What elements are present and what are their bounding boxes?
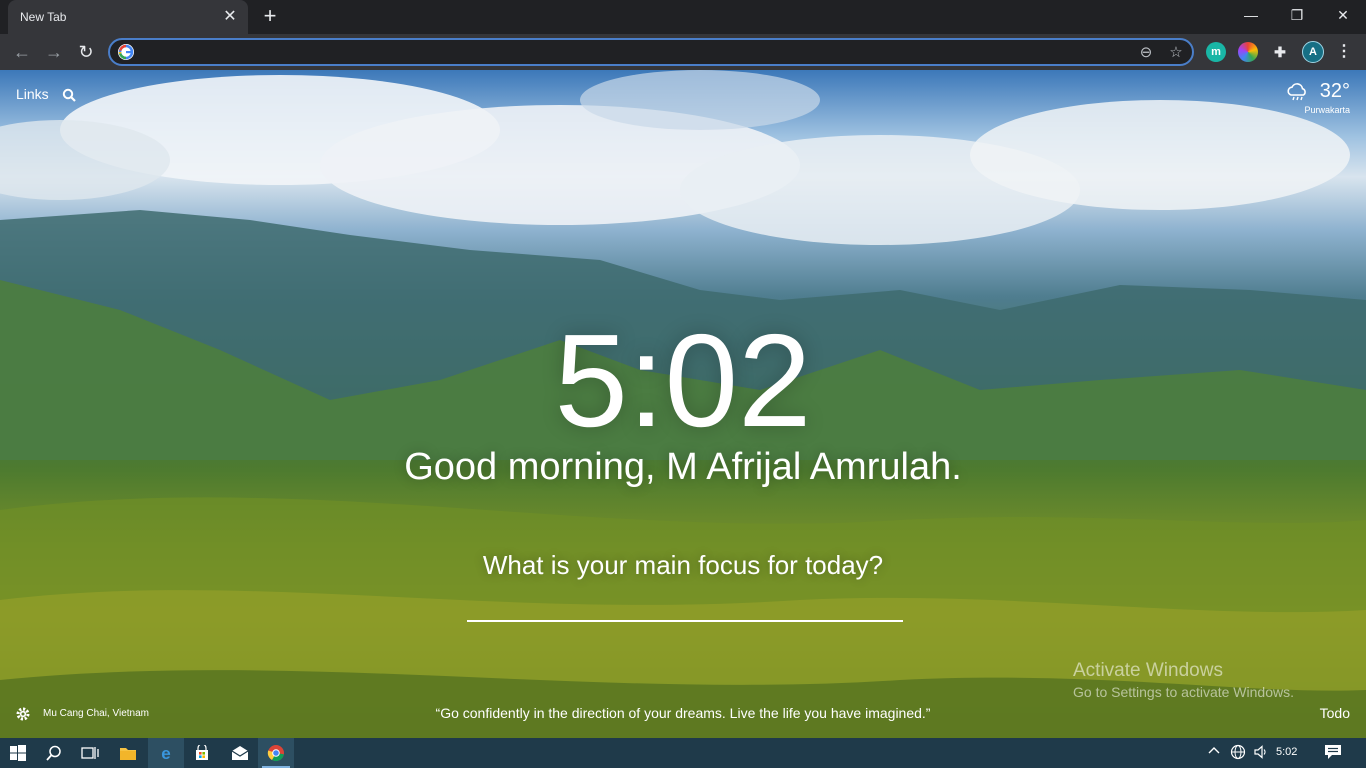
daily-quote[interactable]: “Go confidently in the direction of your…: [0, 705, 1366, 721]
extension-color-icon[interactable]: [1238, 42, 1258, 62]
activate-windows-watermark: Activate Windows Go to Settings to activ…: [1073, 660, 1294, 700]
mail-icon[interactable]: [222, 738, 258, 768]
focus-question: What is your main focus for today?: [482, 550, 884, 580]
taskbar: e 5:02: [0, 738, 1366, 768]
zoom-out-icon[interactable]: ⊖: [1136, 43, 1156, 63]
todo-button[interactable]: Todo: [1320, 705, 1350, 721]
profile-icon[interactable]: A: [1302, 41, 1324, 63]
tab-strip: New Tab ✕ + — ❐ ✕: [0, 0, 1366, 34]
globe-icon[interactable]: [1229, 744, 1247, 762]
close-window-button[interactable]: ✕: [1320, 0, 1366, 30]
address-bar[interactable]: ⊖ ☆: [108, 38, 1194, 66]
forward-button[interactable]: →: [42, 40, 66, 64]
search-icon[interactable]: [62, 88, 76, 102]
star-icon[interactable]: ☆: [1166, 43, 1186, 63]
task-view-icon[interactable]: [72, 738, 108, 768]
google-icon: [118, 44, 134, 60]
watermark-line1: Activate Windows: [1073, 660, 1223, 681]
browser-toolbar: ← → ↻ ⊖ ☆ m ✚ A ⋮: [0, 34, 1366, 70]
store-icon[interactable]: [184, 738, 220, 768]
file-explorer-icon[interactable]: [110, 738, 146, 768]
close-tab-icon[interactable]: ✕: [220, 7, 240, 27]
links-button[interactable]: Links: [16, 86, 49, 102]
back-button[interactable]: ←: [10, 40, 34, 64]
tab-title: New Tab: [20, 10, 67, 24]
volume-icon[interactable]: [1252, 744, 1270, 762]
minimize-button[interactable]: —: [1228, 0, 1274, 30]
puzzle-icon[interactable]: ✚: [1270, 42, 1290, 62]
svg-text:e: e: [161, 744, 170, 762]
greeting: Good morning, M Afrijal Amrulah.: [404, 446, 962, 488]
restore-button[interactable]: ❐: [1274, 0, 1320, 30]
clock: 5:02: [554, 307, 812, 454]
reload-button[interactable]: ↻: [74, 40, 98, 64]
address-input[interactable]: [142, 42, 1092, 62]
chevron-up-icon[interactable]: [1205, 744, 1223, 762]
weather-temp: 32°: [1319, 80, 1350, 102]
tab-new-tab[interactable]: New Tab ✕: [8, 0, 248, 34]
weather-widget[interactable]: 32° Purwakarta: [1287, 80, 1350, 115]
taskbar-search-icon[interactable]: [36, 738, 72, 768]
taskbar-clock[interactable]: 5:02: [1276, 746, 1297, 758]
menu-icon[interactable]: ⋮: [1334, 42, 1354, 62]
start-icon[interactable]: [0, 738, 36, 768]
watermark-line2: Go to Settings to activate Windows.: [1073, 684, 1294, 700]
new-tab-button[interactable]: +: [258, 5, 282, 29]
notification-icon[interactable]: [1324, 744, 1342, 762]
new-tab-page: Links 32° Purwakarta 5:02 Good morning, …: [0, 70, 1366, 738]
chrome-icon[interactable]: [258, 738, 294, 768]
weather-location: Purwakarta: [1304, 105, 1350, 115]
extension-m-icon[interactable]: m: [1206, 42, 1226, 62]
edge-icon[interactable]: e: [148, 738, 184, 768]
focus-input[interactable]: [467, 590, 903, 622]
